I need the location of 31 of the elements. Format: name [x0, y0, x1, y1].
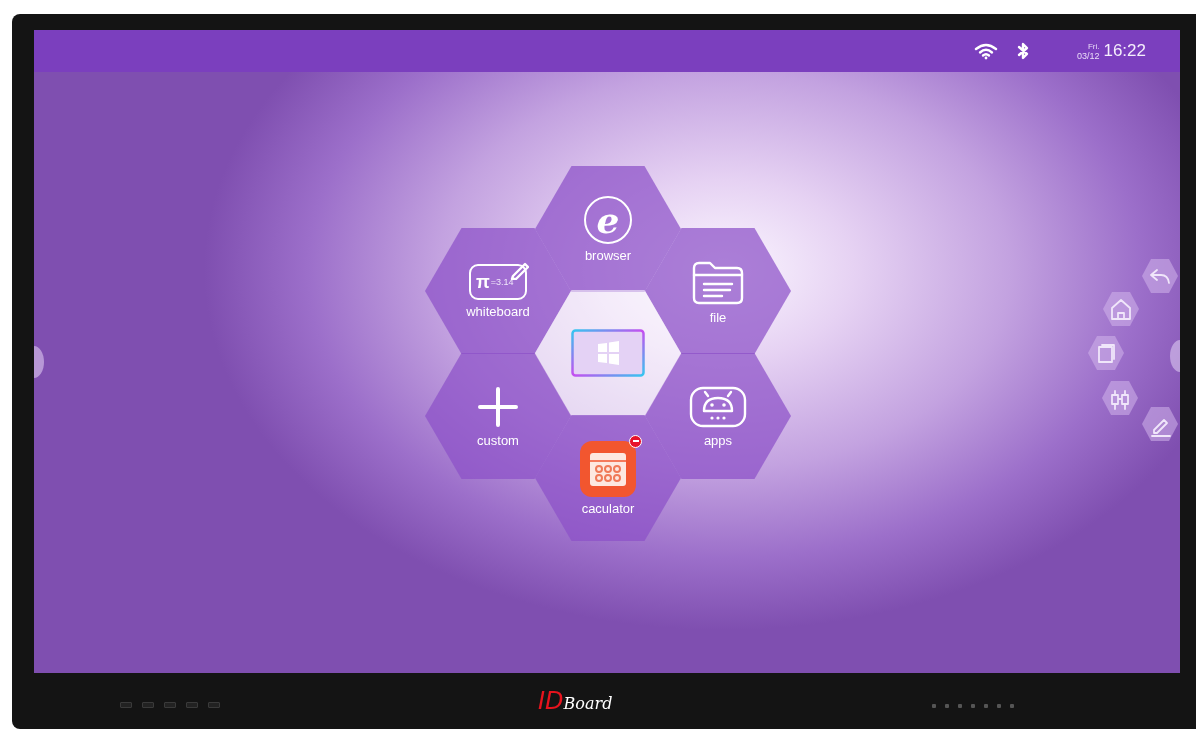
app-tile[interactable]: apps: [645, 353, 791, 479]
home-icon: [1110, 296, 1132, 322]
bezel-key-icon: [945, 704, 950, 708]
wifi-icon: [972, 42, 999, 60]
bezel-key-icon: [1010, 704, 1015, 708]
bluetooth-icon: [1016, 42, 1029, 60]
plus-icon: [476, 384, 520, 429]
port-icon: [164, 702, 176, 708]
browser-icon: e: [584, 195, 632, 244]
robot-icon: [688, 384, 748, 429]
bezel-key-icon: [958, 704, 963, 708]
bezel-key-icon: [997, 704, 1002, 708]
pen-tool-button[interactable]: [1142, 407, 1178, 441]
bezel-key-icon: [984, 704, 989, 708]
calculator-icon: [580, 440, 636, 497]
brand-logo: IDBoard: [538, 687, 613, 715]
port-icon: [120, 702, 132, 708]
date-label: 03/12: [1076, 50, 1100, 61]
app-tile[interactable]: file: [645, 228, 791, 354]
port-icon: [142, 702, 154, 708]
bezel-key-icon: [932, 704, 937, 708]
back-icon: [1150, 268, 1170, 284]
bezel-key-icon: [971, 704, 976, 708]
day-label: Fri.: [1087, 41, 1100, 51]
back-button[interactable]: [1142, 259, 1178, 293]
app-tile[interactable]: custom: [425, 353, 571, 479]
port-icon: [186, 702, 198, 708]
port-icon: [208, 702, 220, 708]
clock-label: 16:22: [1103, 41, 1146, 61]
windows-screen-icon: [571, 329, 645, 377]
remove-badge[interactable]: [629, 434, 642, 448]
